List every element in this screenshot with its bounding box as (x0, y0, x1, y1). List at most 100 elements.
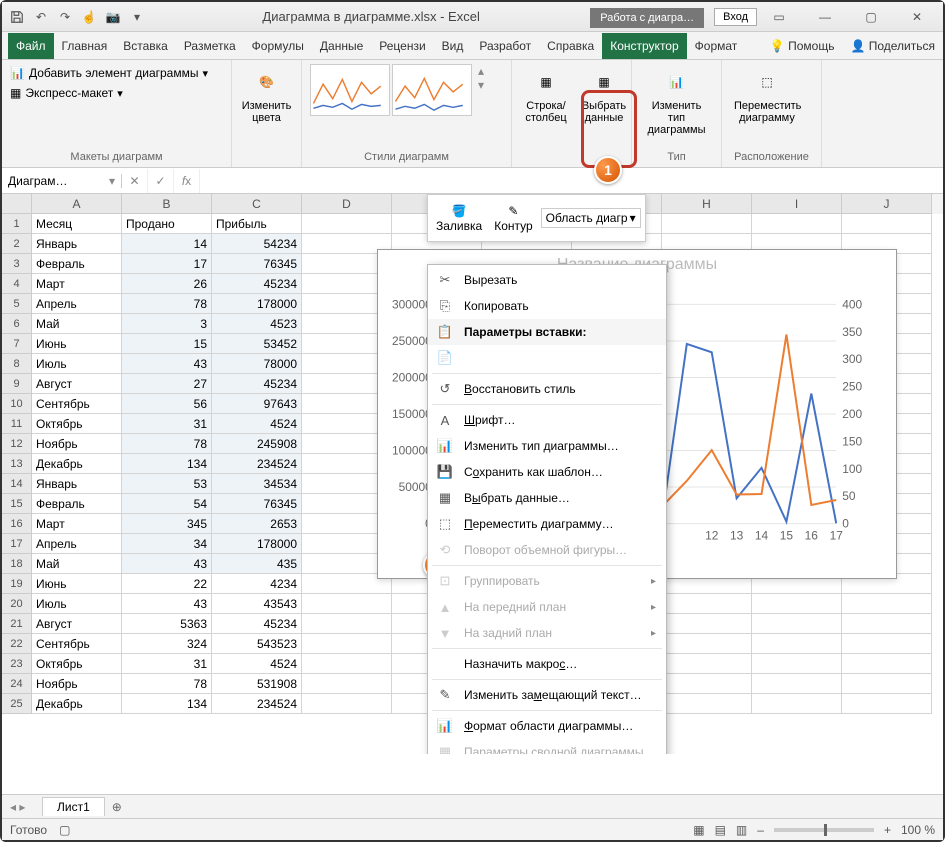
cell[interactable] (302, 634, 392, 654)
cell[interactable]: Февраль (32, 254, 122, 274)
login-button[interactable]: Вход (714, 8, 757, 26)
cell[interactable] (662, 614, 752, 634)
view-normal-icon[interactable]: ▦ (693, 823, 704, 837)
row-header[interactable]: 5 (2, 294, 32, 314)
row-header[interactable]: 25 (2, 694, 32, 714)
cell[interactable]: Январь (32, 234, 122, 254)
change-chart-type-button[interactable]: 📊Изменить тип диаграммы (640, 64, 713, 138)
fx-icon[interactable]: fx (174, 169, 200, 193)
cell[interactable]: 134 (122, 454, 212, 474)
cell[interactable]: 78 (122, 294, 212, 314)
cell[interactable]: 34 (122, 534, 212, 554)
cell[interactable]: 15 (122, 334, 212, 354)
camera-icon[interactable]: 📷 (102, 6, 124, 28)
row-header[interactable]: 4 (2, 274, 32, 294)
cell[interactable]: Май (32, 554, 122, 574)
row-header[interactable]: 13 (2, 454, 32, 474)
tab-file[interactable]: Файл (8, 33, 54, 59)
row-header[interactable]: 21 (2, 614, 32, 634)
cell[interactable]: Сентябрь (32, 634, 122, 654)
zoom-in-button[interactable]: + (884, 823, 891, 837)
cell[interactable]: 78000 (212, 354, 302, 374)
ribbon-options-icon[interactable]: ▭ (757, 3, 801, 31)
cell[interactable] (842, 594, 932, 614)
cm-format-area[interactable]: 📊Формат области диаграммы… (428, 713, 666, 739)
view-page-layout-icon[interactable]: ▤ (715, 823, 726, 837)
cell[interactable]: Май (32, 314, 122, 334)
cell[interactable]: 53452 (212, 334, 302, 354)
share-button[interactable]: 👤 Поделиться (842, 33, 943, 59)
row-header[interactable]: 10 (2, 394, 32, 414)
tab-design[interactable]: Конструктор (602, 33, 686, 59)
cell[interactable] (752, 614, 842, 634)
cell[interactable] (842, 214, 932, 234)
cell[interactable]: Март (32, 274, 122, 294)
row-header[interactable]: 20 (2, 594, 32, 614)
add-sheet-button[interactable]: ⊕ (107, 797, 127, 817)
change-colors-button[interactable]: 🎨Изменить цвета (240, 64, 293, 126)
cell[interactable]: 245908 (212, 434, 302, 454)
cell[interactable]: 26 (122, 274, 212, 294)
cell[interactable]: 54 (122, 494, 212, 514)
cell[interactable] (752, 694, 842, 714)
cell[interactable]: 5363 (122, 614, 212, 634)
row-header[interactable]: 12 (2, 434, 32, 454)
cm-change-type[interactable]: 📊Изменить тип диаграммы… (428, 433, 666, 459)
cell[interactable]: Ноябрь (32, 674, 122, 694)
cell[interactable]: 234524 (212, 694, 302, 714)
cm-font[interactable]: AШрифт… (428, 407, 666, 433)
cell[interactable]: Март (32, 514, 122, 534)
cell[interactable]: 78 (122, 674, 212, 694)
cell[interactable]: Продано (122, 214, 212, 234)
cell[interactable]: Февраль (32, 494, 122, 514)
cell[interactable] (662, 694, 752, 714)
tab-formulas[interactable]: Формулы (244, 33, 312, 59)
cell[interactable]: Прибыль (212, 214, 302, 234)
cell[interactable]: 345 (122, 514, 212, 534)
cell[interactable] (842, 614, 932, 634)
cell[interactable]: 14 (122, 234, 212, 254)
cancel-formula-icon[interactable]: ✕ (122, 169, 148, 193)
cm-alt-text[interactable]: ✎Изменить замещающий текст… (428, 682, 666, 708)
cell[interactable]: 435 (212, 554, 302, 574)
cell[interactable] (752, 214, 842, 234)
cell[interactable]: Апрель (32, 294, 122, 314)
cell[interactable]: 76345 (212, 494, 302, 514)
cell[interactable]: 3 (122, 314, 212, 334)
cell[interactable]: 543523 (212, 634, 302, 654)
tab-home[interactable]: Главная (54, 33, 116, 59)
cell[interactable] (662, 594, 752, 614)
cell[interactable]: 2653 (212, 514, 302, 534)
cell[interactable]: Месяц (32, 214, 122, 234)
cm-select-data[interactable]: ▦Выбрать данные… (428, 485, 666, 511)
close-button[interactable]: ✕ (895, 3, 939, 31)
select-all-corner[interactable] (2, 194, 32, 214)
cell[interactable]: 4524 (212, 654, 302, 674)
cell[interactable]: 43 (122, 594, 212, 614)
tab-review[interactable]: Рецензи (371, 33, 433, 59)
zoom-level[interactable]: 100 % (901, 823, 935, 837)
cell[interactable]: 134 (122, 694, 212, 714)
macro-record-icon[interactable]: ▢ (59, 823, 70, 837)
cell[interactable]: 43 (122, 554, 212, 574)
cell[interactable]: 27 (122, 374, 212, 394)
cm-move-chart[interactable]: ⬚Переместить диаграмму… (428, 511, 666, 537)
zoom-out-button[interactable]: – (757, 823, 764, 837)
cell[interactable]: Июль (32, 594, 122, 614)
cell[interactable]: 97643 (212, 394, 302, 414)
col-header[interactable]: B (122, 194, 212, 214)
cell[interactable] (842, 694, 932, 714)
tab-help[interactable]: Справка (539, 33, 602, 59)
row-header[interactable]: 7 (2, 334, 32, 354)
cell[interactable]: Декабрь (32, 694, 122, 714)
redo-icon[interactable]: ↷ (54, 6, 76, 28)
cell[interactable]: 324 (122, 634, 212, 654)
col-header[interactable]: J (842, 194, 932, 214)
row-header[interactable]: 19 (2, 574, 32, 594)
cell[interactable]: 45234 (212, 374, 302, 394)
add-chart-element-button[interactable]: 📊Добавить элемент диаграммы ▾ (10, 64, 208, 82)
tab-format[interactable]: Формат (687, 33, 746, 59)
cell[interactable]: Апрель (32, 534, 122, 554)
cell[interactable]: Сентябрь (32, 394, 122, 414)
cm-copy[interactable]: ⎘Копировать (428, 293, 666, 319)
